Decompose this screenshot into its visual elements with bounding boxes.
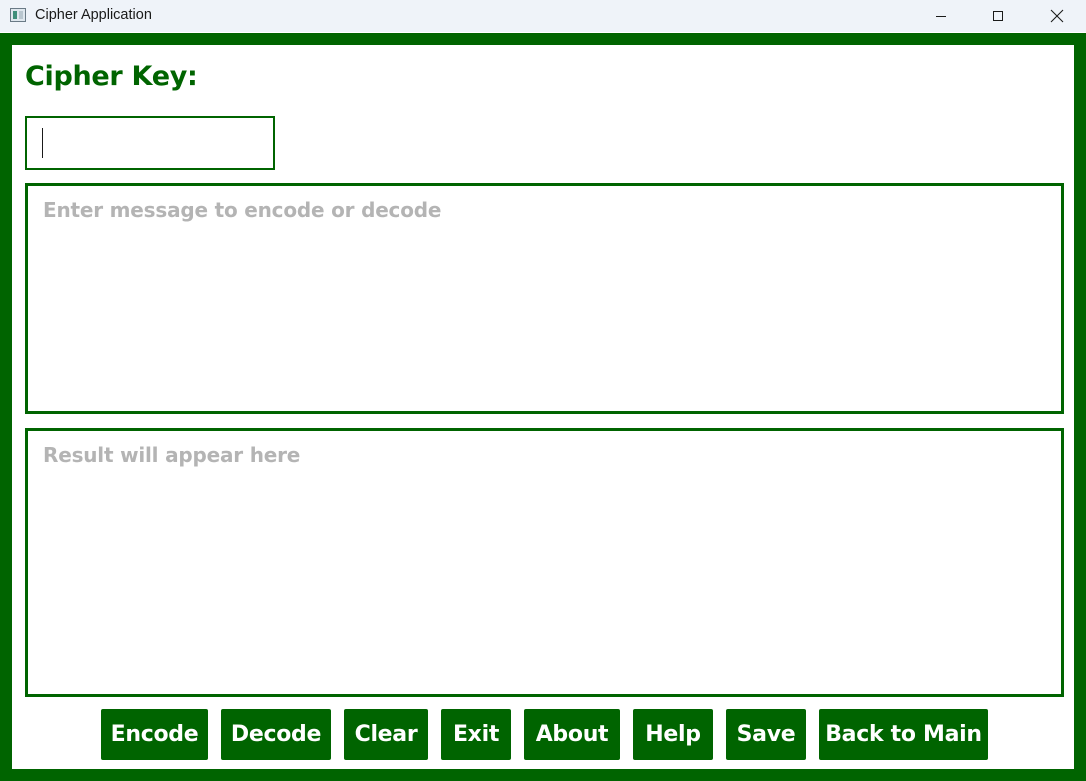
maximize-button[interactable] (975, 0, 1021, 32)
decode-button[interactable]: Decode (221, 709, 331, 760)
result-output[interactable]: Result will appear here (25, 428, 1064, 697)
title-bar[interactable]: Cipher Application (0, 0, 1086, 32)
text-caret (42, 128, 43, 158)
save-button[interactable]: Save (726, 709, 806, 760)
clear-button[interactable]: Clear (344, 709, 428, 760)
close-button[interactable] (1034, 0, 1080, 32)
encode-button[interactable]: Encode (101, 709, 208, 760)
close-icon (1050, 9, 1064, 23)
maximize-icon (993, 11, 1003, 21)
app-icon (10, 8, 26, 22)
cipher-key-label: Cipher Key: (25, 61, 198, 92)
app-window: Cipher Application Cipher Key: Enter mes… (0, 0, 1086, 781)
about-button[interactable]: About (524, 709, 620, 760)
window-title: Cipher Application (35, 7, 152, 23)
cipher-key-input[interactable] (25, 116, 275, 170)
minimize-icon (936, 16, 946, 17)
message-placeholder: Enter message to encode or decode (43, 198, 442, 222)
back-to-main-button[interactable]: Back to Main (819, 709, 988, 760)
exit-button[interactable]: Exit (441, 709, 511, 760)
minimize-button[interactable] (918, 0, 964, 32)
help-button[interactable]: Help (633, 709, 713, 760)
main-panel: Cipher Key: Enter message to encode or d… (0, 33, 1086, 781)
message-input[interactable]: Enter message to encode or decode (25, 183, 1064, 414)
result-placeholder: Result will appear here (43, 443, 301, 467)
button-bar: Encode Decode Clear Exit About Help Save… (12, 709, 1074, 760)
